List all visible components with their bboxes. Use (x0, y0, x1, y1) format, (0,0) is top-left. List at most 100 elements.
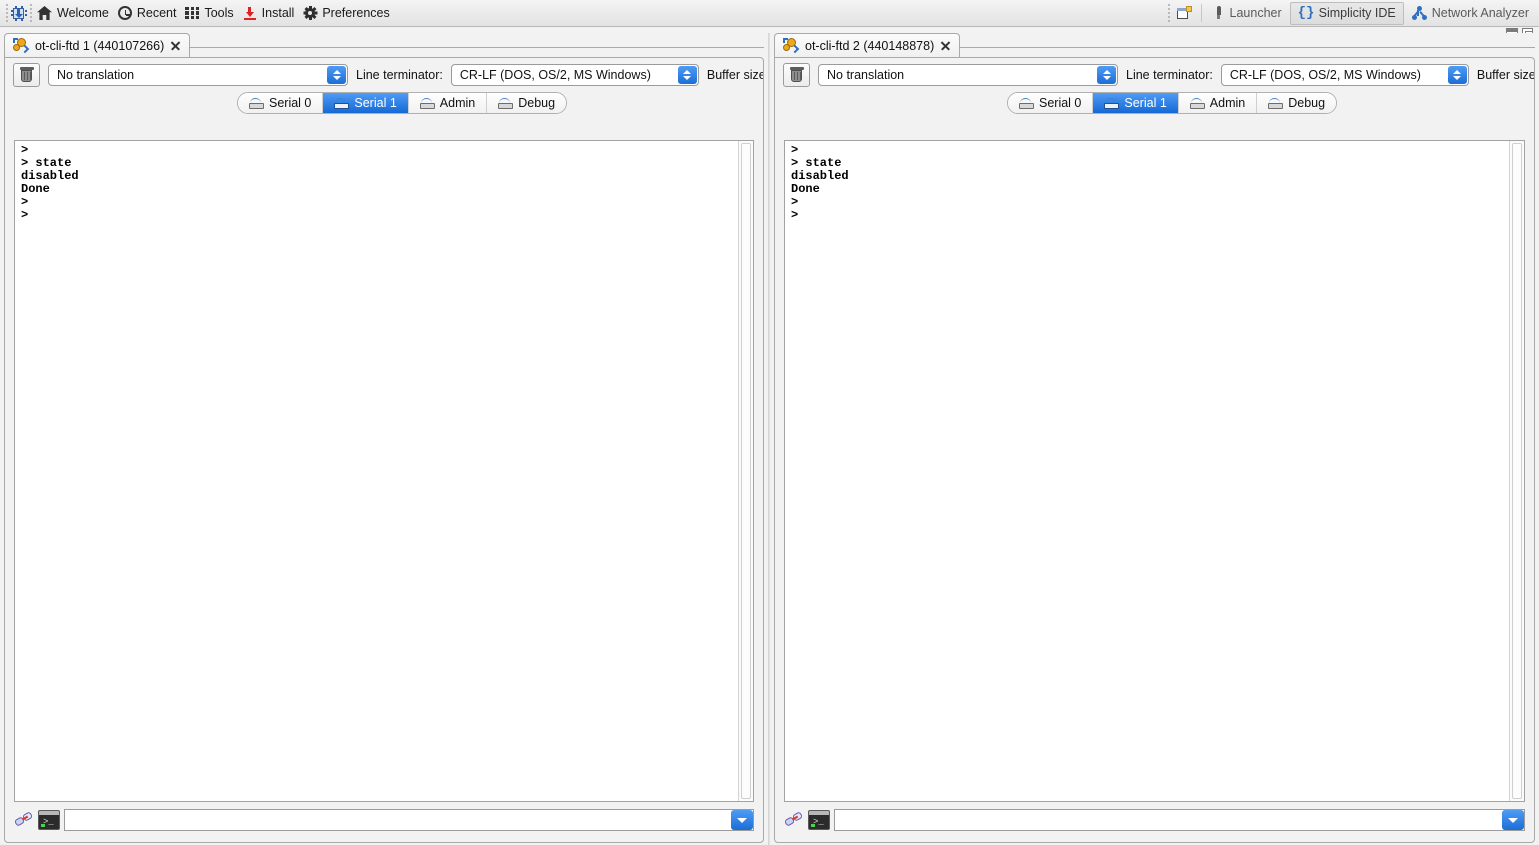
download-icon (243, 6, 257, 20)
line-terminator-select-left[interactable]: CR-LF (DOS, OS/2, MS Windows) (450, 63, 699, 86)
serial-port-icon (334, 97, 350, 109)
command-input-wrap-right[interactable] (834, 809, 1525, 831)
trash-icon (19, 67, 34, 82)
line-terminator-label-right: Line terminator: (1126, 67, 1213, 82)
console-controls-left: No translation Line terminator: CR-LF (D… (5, 58, 763, 91)
scrollbar-thumb[interactable] (741, 143, 751, 799)
braces-icon: {} (1297, 5, 1315, 21)
spinner-icon[interactable] (677, 65, 697, 84)
console-output-right[interactable]: > > state disabled Done > > (784, 140, 1525, 802)
console-input-row-right: >_ (783, 808, 1525, 832)
command-input-left[interactable] (65, 810, 729, 830)
clear-console-button-right[interactable] (783, 62, 810, 87)
translation-select-right-value: No translation (827, 67, 905, 82)
translation-select-left-value: No translation (57, 67, 135, 82)
command-input-right[interactable] (835, 810, 1500, 830)
serial-port-icon (419, 97, 435, 109)
clear-console-button-left[interactable] (13, 62, 40, 87)
spinner-icon[interactable] (327, 65, 346, 84)
toolbar-item-welcome[interactable]: Welcome (34, 2, 115, 25)
chip-icon[interactable] (10, 5, 27, 21)
toolbar-item-recent-label: Recent (136, 5, 177, 20)
gears-icon (783, 38, 800, 54)
rocket-icon (1213, 6, 1225, 20)
editor-tab-left-title: ot-cli-ftd 1 (440107266) (35, 38, 165, 53)
serial-tab-left-admin-label: Admin (439, 96, 476, 110)
perspective-launcher[interactable]: Launcher (1205, 2, 1290, 25)
console-input-row-left: >_ (13, 808, 754, 832)
gears-icon (13, 38, 30, 54)
translation-select-right[interactable]: No translation (818, 63, 1118, 86)
toolbar-item-tools-label: Tools (204, 5, 234, 20)
trash-icon (789, 67, 804, 82)
perspective-grip[interactable] (1166, 3, 1173, 23)
home-icon (37, 6, 52, 20)
toolbar-item-preferences[interactable]: Preferences (300, 2, 395, 25)
serial-tab-left-debug-label: Debug (518, 96, 556, 110)
gear-icon (303, 6, 318, 20)
serial-tab-left-serial-0-label: Serial 0 (269, 96, 312, 110)
serial-tab-right-serial-1[interactable]: Serial 1 (1093, 93, 1179, 113)
toolbar-grip-2[interactable] (27, 3, 34, 23)
console-controls-right: No translation Line terminator: CR-LF (D… (775, 58, 1534, 91)
serial-tab-right-serial-0-label: Serial 0 (1039, 96, 1082, 110)
toolbar-item-welcome-label: Welcome (57, 5, 109, 20)
perspective-simplicity-ide-label: Simplicity IDE (1318, 6, 1396, 20)
console-output-left[interactable]: > > state disabled Done > > (14, 140, 754, 802)
serial-port-icon (1104, 97, 1120, 109)
toolbar-divider (1200, 4, 1202, 22)
close-icon[interactable] (940, 40, 951, 51)
toolbar-item-recent[interactable]: Recent (115, 2, 183, 25)
serial-tab-left-serial-1[interactable]: Serial 1 (323, 93, 409, 113)
terminal-icon[interactable]: >_ (38, 810, 60, 830)
perspective-simplicity-ide[interactable]: {} Simplicity IDE (1289, 1, 1404, 25)
line-terminator-select-left-value: CR-LF (DOS, OS/2, MS Windows) (459, 67, 651, 82)
serial-port-icon (1268, 97, 1284, 109)
editor-tab-row-right: ot-cli-ftd 2 (440148878) (774, 33, 1535, 57)
editor-tab-right[interactable]: ot-cli-ftd 2 (440148878) (774, 33, 961, 57)
serial-port-icon (1019, 97, 1034, 109)
serial-tab-right-serial-1-label: Serial 1 (1124, 96, 1167, 110)
serial-tab-right-serial-0[interactable]: Serial 0 (1008, 93, 1094, 113)
spinner-icon[interactable] (1447, 65, 1467, 84)
translation-select-left[interactable]: No translation (48, 63, 348, 86)
close-icon[interactable] (170, 40, 181, 51)
serial-tab-left-admin[interactable]: Admin (408, 93, 488, 113)
console-scrollbar-left[interactable] (738, 141, 753, 801)
console-body-right: No translation Line terminator: CR-LF (D… (774, 57, 1535, 843)
console-scrollbar-right[interactable] (1509, 141, 1524, 801)
serial-tab-left-serial-0[interactable]: Serial 0 (238, 93, 324, 113)
spinner-icon[interactable] (1097, 65, 1116, 84)
buffer-size-label-left: Buffer size (706, 67, 763, 82)
perspective-network-analyzer[interactable]: Network Analyzer (1404, 2, 1537, 25)
disconnected-plug-icon[interactable] (783, 810, 804, 830)
disconnected-plug-icon[interactable] (13, 810, 34, 830)
toolbar-grip[interactable] (3, 3, 10, 23)
serial-tab-left-debug[interactable]: Debug (487, 93, 567, 113)
chevron-down-icon[interactable] (731, 810, 753, 830)
new-perspective-button[interactable] (1173, 2, 1198, 25)
line-terminator-select-right[interactable]: CR-LF (DOS, OS/2, MS Windows) (1220, 63, 1469, 86)
line-terminator-select-right-value: CR-LF (DOS, OS/2, MS Windows) (1229, 67, 1421, 82)
scrollbar-thumb[interactable] (1512, 143, 1522, 799)
command-input-wrap-left[interactable] (64, 809, 754, 831)
console-output-right-text: > > state disabled Done > > (791, 144, 849, 223)
chevron-down-icon[interactable] (1502, 810, 1524, 830)
console-panel-left: ot-cli-ftd 1 (440107266) No translation … (0, 33, 768, 845)
toolbar-item-tools[interactable]: Tools (182, 2, 239, 25)
clock-icon (117, 6, 132, 20)
serial-tab-strip-left: Serial 0 Serial 1 Admin Debug (237, 92, 568, 114)
console-body-left: No translation Line terminator: CR-LF (D… (4, 57, 764, 843)
terminal-icon[interactable]: >_ (808, 810, 830, 830)
serial-tab-right-admin[interactable]: Admin (1178, 93, 1258, 113)
serial-tab-strip-right: Serial 0 Serial 1 Admin Debug (1007, 92, 1338, 114)
line-terminator-label-left: Line terminator: (356, 67, 443, 82)
toolbar-right-group: Launcher {} Simplicity IDE Network Analy… (1166, 0, 1539, 26)
toolbar-item-install[interactable]: Install (240, 2, 301, 25)
perspective-launcher-label: Launcher (1229, 6, 1282, 20)
editor-tab-left[interactable]: ot-cli-ftd 1 (440107266) (4, 33, 191, 57)
serial-tab-right-debug[interactable]: Debug (1257, 93, 1337, 113)
main-toolbar: Welcome Recent Tools Install Preferences (0, 0, 1539, 27)
console-output-left-text: > > state disabled Done > > (21, 144, 79, 223)
perspective-network-analyzer-label: Network Analyzer (1431, 6, 1529, 20)
